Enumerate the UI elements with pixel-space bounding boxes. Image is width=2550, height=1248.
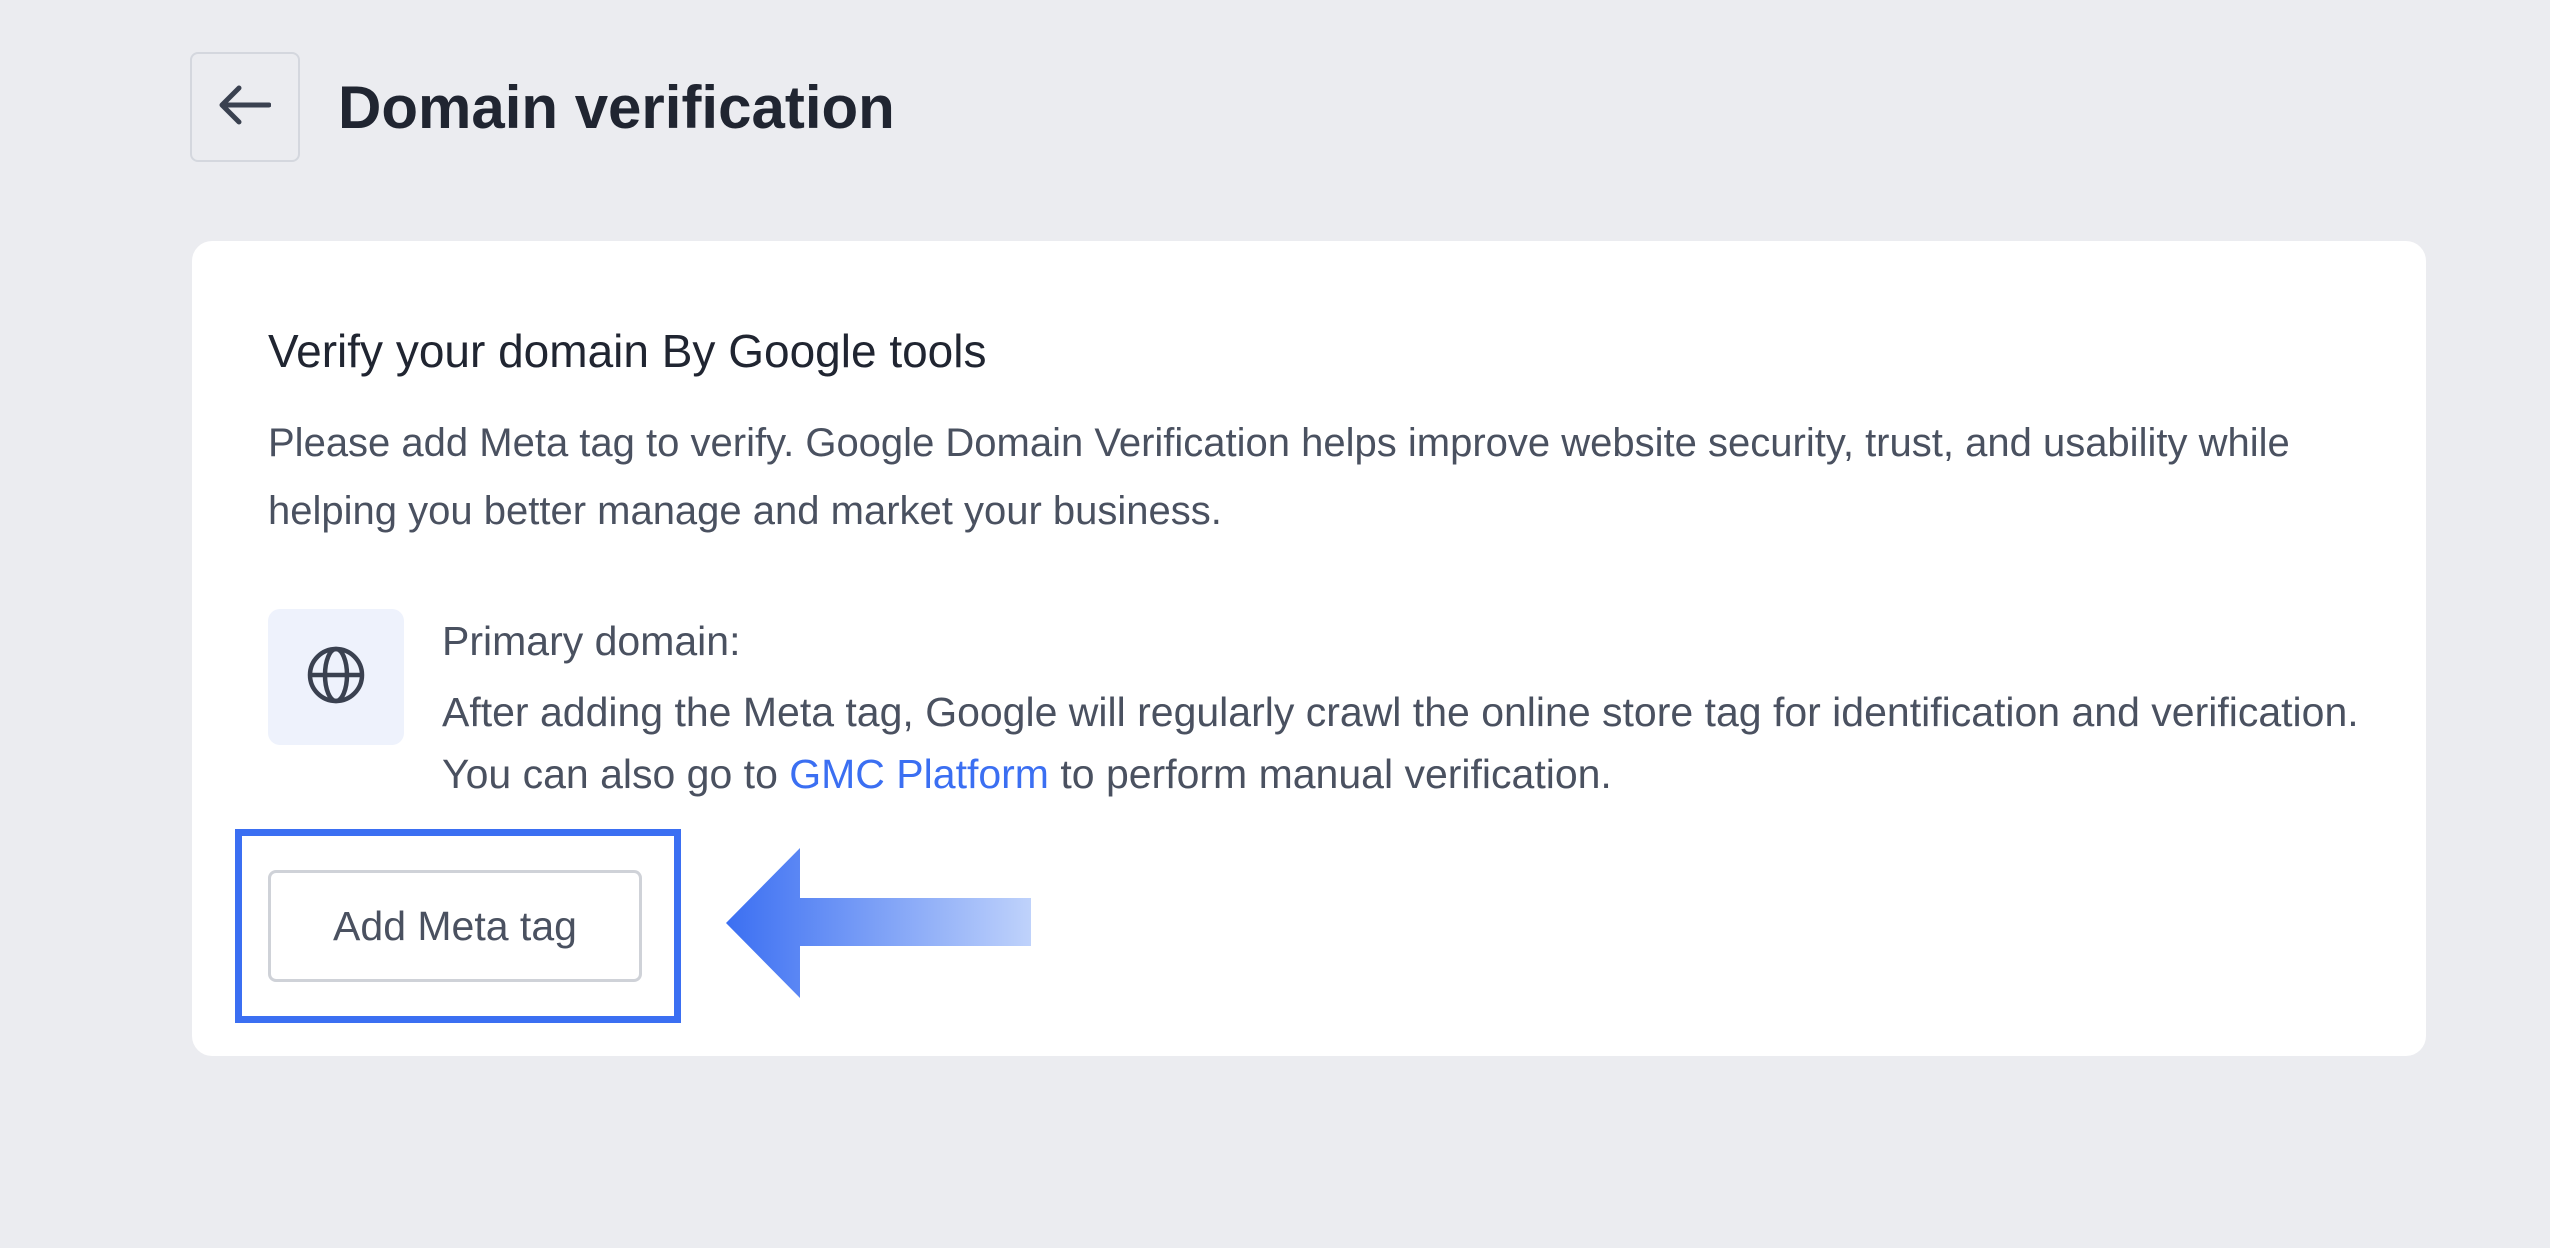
card-description: Please add Meta tag to verify. Google Do… <box>268 421 2290 533</box>
pointer-arrow-icon <box>726 848 1036 1003</box>
back-button[interactable] <box>190 52 300 162</box>
page-title: Domain verification <box>338 74 895 141</box>
arrow-left-icon <box>219 85 272 130</box>
globe-icon <box>306 645 366 710</box>
globe-icon-tile <box>268 609 404 745</box>
card-title: Verify your domain By Google tools <box>268 325 987 377</box>
add-meta-tag-button[interactable]: Add Meta tag <box>268 870 642 982</box>
primary-domain-description: After adding the Meta tag, Google will r… <box>442 681 2382 805</box>
primary-domain-heading: Primary domain: <box>442 618 741 664</box>
primary-domain-text-after: to perform manual verification. <box>1048 751 1612 797</box>
gmc-platform-link[interactable]: GMC Platform <box>789 751 1049 797</box>
